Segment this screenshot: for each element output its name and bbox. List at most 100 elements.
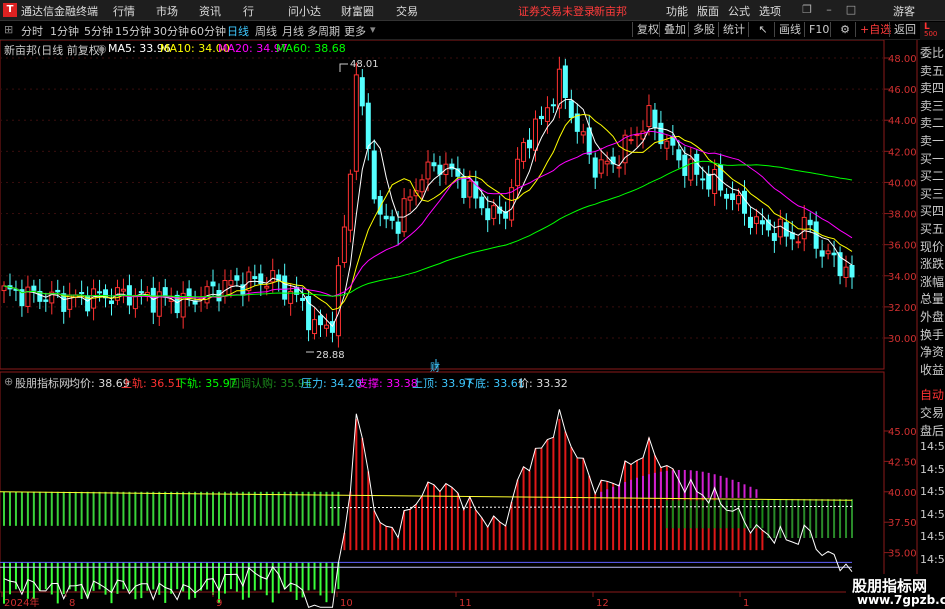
candle-down xyxy=(79,292,85,295)
candle-down xyxy=(700,178,706,181)
indicator-settings-icon[interactable]: ⊕ xyxy=(4,375,13,388)
candle-up xyxy=(312,319,318,335)
menu-quotes[interactable]: 行情 xyxy=(113,3,135,19)
chevron-down-icon[interactable]: ▾ xyxy=(370,23,376,36)
login-warning[interactable]: 证券交易未登录 xyxy=(518,3,595,19)
menu-trade-short[interactable]: 行 xyxy=(243,3,254,19)
multi-stock-button[interactable]: 多股 xyxy=(688,22,719,37)
candle-down xyxy=(383,215,389,220)
right-bottom-label-2[interactable]: 盘后 xyxy=(920,422,944,439)
price-label: 价: 33.32 xyxy=(518,377,568,390)
level-500: 500 xyxy=(924,30,938,38)
candle-up xyxy=(532,118,538,151)
candle-up xyxy=(25,286,31,307)
menu-market[interactable]: 市场 xyxy=(156,3,178,19)
candle-down xyxy=(186,288,192,297)
guest-label[interactable]: 游客 xyxy=(893,3,915,19)
menu-formula[interactable]: 公式 xyxy=(728,3,750,19)
order-label-16: 换手 xyxy=(920,327,945,342)
candle-down xyxy=(371,150,377,200)
candle-up xyxy=(204,286,210,304)
watermark-url: www.7gpzb.com xyxy=(857,593,945,607)
candle-down xyxy=(586,127,592,155)
statistics-button[interactable]: 统计 xyxy=(718,22,749,37)
candle-up xyxy=(688,158,694,181)
candle-down xyxy=(389,216,395,221)
candle-up xyxy=(616,166,622,169)
draw-line-button[interactable]: 画线 xyxy=(774,22,805,37)
period-more[interactable]: 更多 xyxy=(344,23,366,39)
candle-down xyxy=(210,281,216,287)
grid-icon[interactable]: ⊞ xyxy=(4,23,13,36)
candle-down xyxy=(568,100,574,119)
settings-dot-icon[interactable]: ◉ xyxy=(97,42,107,55)
date-label: 2024年 xyxy=(4,596,39,609)
ma10-line xyxy=(3,113,853,311)
event-marker[interactable]: 财 xyxy=(430,359,440,374)
candle-down xyxy=(234,275,240,281)
candle-down xyxy=(759,220,765,225)
candle-up xyxy=(425,161,431,180)
high-pointer xyxy=(339,63,348,72)
ind-tick-label: 45.00 xyxy=(888,427,917,438)
candle-up xyxy=(712,169,718,194)
menu-trading[interactable]: 交易 xyxy=(396,3,418,19)
menu-news[interactable]: 资讯 xyxy=(199,3,221,19)
order-label-14: 总量 xyxy=(920,292,945,307)
candle-down xyxy=(592,157,598,178)
candle-down xyxy=(150,287,156,313)
right-bottom-label-1[interactable]: 交易 xyxy=(920,404,944,421)
minimize-icon[interactable]: – xyxy=(822,3,836,16)
menu-ask[interactable]: 问小达 xyxy=(288,3,321,19)
cursor-icon[interactable]: ↖ xyxy=(748,22,777,37)
maximize-icon[interactable]: □ xyxy=(844,3,858,16)
candle-up xyxy=(521,142,527,162)
time-label-3: 14:56 xyxy=(920,507,945,521)
menu-layout[interactable]: 版面 xyxy=(697,3,719,19)
candle-up xyxy=(120,288,126,292)
period-15min[interactable]: 15分钟 xyxy=(115,23,151,39)
candle-down xyxy=(724,193,730,199)
period-5min[interactable]: 5分钟 xyxy=(84,23,113,39)
candle-up xyxy=(753,216,759,224)
moving-average-lines xyxy=(3,63,853,368)
upper-band-label: 上轨: 36.51 xyxy=(121,377,182,390)
back-button[interactable]: 返回 xyxy=(889,22,920,37)
period-multi[interactable]: 多周期 xyxy=(307,23,340,39)
candle-up xyxy=(467,180,473,198)
kline-chart[interactable]: 48.00 46.00 44.00 42.00 40.00 38.00 36.00 34.00… xyxy=(0,40,945,609)
period-timeshare[interactable]: 分时 xyxy=(21,23,43,39)
time-label-4: 14:56 xyxy=(920,530,945,543)
period-monthly[interactable]: 月线 xyxy=(282,23,304,39)
time-label-5: 14:56 xyxy=(920,552,945,566)
order-label-12: 涨跌 xyxy=(920,257,945,272)
candle-down xyxy=(479,196,485,209)
order-label-4: 卖二 xyxy=(920,116,945,131)
menu-wealth[interactable]: 财富圈 xyxy=(341,3,374,19)
right-bottom-label-0[interactable]: 自动 xyxy=(920,386,944,403)
overlay-button[interactable]: 叠加 xyxy=(659,22,690,37)
candle-down xyxy=(831,252,837,256)
candle-down xyxy=(359,77,365,107)
candle-down xyxy=(676,149,682,161)
period-30min[interactable]: 30分钟 xyxy=(153,23,189,39)
menu-function[interactable]: 功能 xyxy=(666,3,688,19)
candle-down xyxy=(730,193,736,201)
period-60min[interactable]: 60分钟 xyxy=(190,23,226,39)
candle-up xyxy=(544,107,550,122)
period-weekly[interactable]: 周线 xyxy=(255,23,277,39)
pressure-label: 压力: 34.20 xyxy=(301,377,362,390)
price-tick-label: 44.00 xyxy=(888,116,917,127)
candle-up xyxy=(628,139,634,142)
candle-down xyxy=(216,290,222,302)
candle-down xyxy=(652,109,658,129)
period-toolbar: ⊞ 分时 1分钟 5分钟 15分钟 30分钟 60分钟 日线 周线 月线 多周期… xyxy=(0,21,945,40)
pullback-label: 回调认购: 35.94 xyxy=(229,377,312,390)
menu-options[interactable]: 选项 xyxy=(759,3,781,19)
upper-band-line xyxy=(0,491,853,501)
order-label-9: 买四 xyxy=(920,204,945,219)
period-daily[interactable]: 日线 xyxy=(227,23,249,39)
period-1min[interactable]: 1分钟 xyxy=(50,23,79,39)
f10-button[interactable]: F10 xyxy=(804,22,833,37)
restore-icon[interactable]: ❐ xyxy=(800,3,814,16)
